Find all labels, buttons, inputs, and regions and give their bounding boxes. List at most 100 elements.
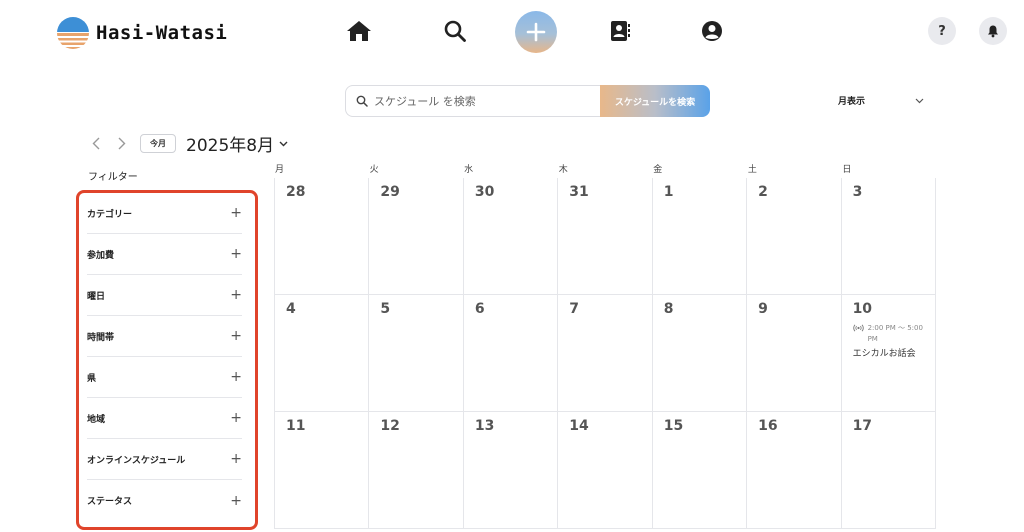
calendar-day[interactable]: 15 <box>652 412 748 529</box>
event-time-row: 2:00 PM 〜 5:00 PM <box>852 323 935 344</box>
filter-item-label: 県 <box>87 373 97 384</box>
search-field-icon <box>356 95 368 107</box>
schedule-search <box>345 85 605 117</box>
month-picker[interactable]: 2025年8月 <box>186 131 288 156</box>
day-number: 12 <box>380 418 400 434</box>
calendar-day[interactable]: 3 <box>841 178 936 295</box>
contacts-button[interactable] <box>606 17 634 45</box>
calendar-day[interactable]: 12 <box>369 412 464 529</box>
search-nav-button[interactable] <box>441 17 469 45</box>
day-number: 30 <box>474 184 495 200</box>
calendar-day[interactable]: 4 <box>275 295 370 412</box>
day-number: 4 <box>286 301 296 317</box>
calendar-day[interactable]: 11 <box>275 412 370 529</box>
filter-item-label: 参加費 <box>87 250 115 261</box>
search-submit-button[interactable]: スケジュールを検索 <box>600 85 710 117</box>
create-button[interactable] <box>515 11 557 53</box>
day-number: 28 <box>286 184 306 200</box>
broadcast-icon <box>852 324 864 332</box>
day-number: 11 <box>286 418 306 434</box>
bell-icon <box>988 25 998 38</box>
filter-item-label: 時間帯 <box>87 332 115 343</box>
calendar-day[interactable]: 30 <box>463 178 559 295</box>
app-name: Hasi-Watasi <box>96 22 228 44</box>
calendar-event[interactable]: 2:00 PM 〜 5:00 PM エシカルお話会 <box>853 323 935 359</box>
filter-item-fee[interactable]: 参加費 + <box>87 234 242 275</box>
calendar-day[interactable]: 14 <box>558 412 653 529</box>
calendar-day[interactable]: 6 <box>463 295 559 412</box>
prev-month-button[interactable] <box>88 134 104 154</box>
calendar-day[interactable]: 10 2:00 PM 〜 5:00 PM エシカルお話会 <box>841 295 936 412</box>
day-number: 8 <box>663 301 674 317</box>
notifications-button[interactable] <box>979 17 1007 45</box>
chevron-right-icon <box>118 137 126 150</box>
filter-item-label: ステータス <box>87 497 133 507</box>
view-mode-label: 月表示 <box>838 97 866 107</box>
account-icon <box>702 21 722 41</box>
view-mode-select[interactable]: 月表示 <box>838 94 924 107</box>
day-number: 2 <box>758 184 768 200</box>
filter-panel: カテゴリー + 参加費 + 曜日 + 時間帯 + 県 + 地域 + オンラインス… <box>76 190 258 530</box>
day-number: 29 <box>380 184 400 200</box>
calendar-day[interactable]: 1 <box>652 178 748 295</box>
today-button[interactable]: 今月 <box>140 134 176 153</box>
filter-item-prefecture[interactable]: 県 + <box>87 357 242 398</box>
calendar-day[interactable]: 5 <box>369 295 464 412</box>
calendar-day[interactable]: 8 <box>652 295 748 412</box>
calendar-grid: 28 29 30 31 1 2 3 4 5 6 7 8 9 10 2:00 PM… <box>274 178 936 529</box>
calendar-day[interactable]: 31 <box>558 178 653 295</box>
day-number: 7 <box>569 301 580 317</box>
filter-item-label: 地域 <box>87 414 106 425</box>
filter-item-status[interactable]: ステータス + <box>87 480 242 521</box>
calendar-day[interactable]: 7 <box>558 295 653 412</box>
calendar-day[interactable]: 28 <box>275 178 370 295</box>
day-number: 13 <box>474 418 495 434</box>
day-number: 6 <box>474 301 485 317</box>
app-logo[interactable]: Hasi-Watasi <box>56 16 227 50</box>
day-number: 14 <box>569 418 589 434</box>
weekday-label: 土 <box>747 165 757 175</box>
calendar-day[interactable]: 2 <box>747 178 842 295</box>
expand-plus-icon: + <box>230 328 242 344</box>
filter-item-label: カテゴリー <box>87 209 133 220</box>
day-number: 3 <box>852 184 863 200</box>
month-navigation: 今月 2025年8月 <box>88 131 288 156</box>
calendar-day[interactable]: 16 <box>747 412 842 529</box>
filter-item-time-slot[interactable]: 時間帯 + <box>87 316 242 357</box>
search-input[interactable] <box>374 94 594 108</box>
expand-plus-icon: + <box>230 205 242 221</box>
filter-item-weekday[interactable]: 曜日 + <box>87 275 242 316</box>
day-number: 17 <box>852 418 873 434</box>
help-button[interactable]: ? <box>928 17 956 45</box>
weekday-label: 木 <box>558 165 568 175</box>
calendar-day[interactable]: 29 <box>369 178 464 295</box>
calendar-day[interactable]: 13 <box>463 412 559 529</box>
calendar-day[interactable]: 9 <box>747 295 842 412</box>
weekday-label: 水 <box>464 165 474 175</box>
weekday-label: 金 <box>653 165 663 175</box>
home-button[interactable] <box>345 17 373 45</box>
expand-plus-icon: + <box>230 451 242 467</box>
day-number: 10 <box>852 301 873 317</box>
home-icon <box>347 21 371 41</box>
logo-icon <box>57 17 89 49</box>
filter-item-online[interactable]: オンラインスケジュール + <box>87 439 242 480</box>
filter-title: フィルター <box>88 172 138 183</box>
expand-plus-icon: + <box>230 492 242 509</box>
day-number: 15 <box>663 418 684 434</box>
day-number: 5 <box>380 301 391 317</box>
filter-item-category[interactable]: カテゴリー + <box>87 193 242 234</box>
filter-item-region[interactable]: 地域 + <box>87 398 242 439</box>
day-number: 31 <box>569 184 589 200</box>
chevron-down-icon <box>279 141 288 146</box>
expand-plus-icon: + <box>230 410 242 426</box>
next-month-button[interactable] <box>114 134 130 154</box>
expand-plus-icon: + <box>230 287 242 303</box>
calendar-day[interactable]: 17 <box>841 412 936 529</box>
chevron-down-icon <box>915 98 924 103</box>
plus-icon <box>526 22 546 42</box>
weekday-label: 月 <box>275 165 285 175</box>
expand-plus-icon: + <box>230 246 242 262</box>
help-icon: ? <box>938 23 946 39</box>
account-button[interactable] <box>698 17 726 45</box>
